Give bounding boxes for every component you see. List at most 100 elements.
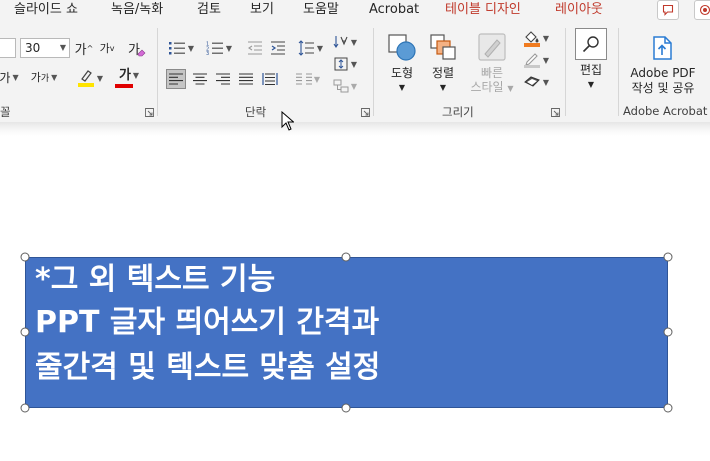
editing-button[interactable] — [575, 28, 607, 60]
text-direction-button[interactable]: ▼ — [332, 32, 358, 52]
chevron-down-icon: ▼ — [51, 72, 58, 82]
numbered-list-icon: 1 2 3 — [206, 42, 223, 55]
highlighter-icon — [77, 70, 94, 87]
create-share-pdf-button[interactable] — [648, 34, 678, 62]
chevron-down-icon: ▼ — [187, 43, 195, 53]
text-direction-icon — [333, 36, 348, 48]
record-icon — [699, 4, 710, 16]
distributed-icon — [262, 73, 278, 86]
selected-text-box[interactable]: *그 외 텍스트 기능 PPT 글자 띄어쓰기 간격과 줄간격 및 텍스트 맞춤… — [25, 257, 668, 408]
shape-effects-button[interactable]: ▼ — [519, 72, 553, 92]
align-left-button[interactable] — [166, 69, 186, 89]
text-line[interactable]: 줄간격 및 텍스트 맞춤 설정 — [35, 349, 380, 387]
ribbon-tab-bar: 슬라이드 쇼 녹음/녹화 검토 보기 도움말 Acrobat 테이블 디자인 레… — [0, 0, 710, 22]
align-right-icon — [216, 73, 230, 85]
numbering-button[interactable]: 1 2 3 ▼ — [204, 38, 234, 58]
shape-outline-button[interactable]: ▼ — [519, 50, 553, 70]
dialog-launcher-icon[interactable] — [361, 108, 370, 117]
align-text-icon — [334, 57, 348, 71]
group-separator — [157, 28, 158, 116]
increase-indent-button[interactable] — [268, 38, 288, 58]
comments-button[interactable] — [657, 0, 679, 20]
resize-handle-top-left[interactable] — [20, 252, 30, 262]
align-text-button[interactable]: ▼ — [332, 54, 358, 74]
font-size-value: 30 — [25, 41, 41, 55]
quick-styles-label-text: 스타일 — [470, 80, 504, 94]
change-case-label: 가 — [30, 71, 41, 84]
bullets-button[interactable]: ▼ — [166, 38, 196, 58]
tab-help[interactable]: 도움말 — [303, 1, 339, 19]
chevron-down-icon: ▼ — [96, 73, 104, 83]
grow-font-button[interactable]: 가 ^ — [74, 38, 94, 58]
align-left-icon — [169, 73, 183, 85]
line-spacing-button[interactable]: ▼ — [295, 38, 325, 58]
quick-styles-icon — [478, 33, 506, 61]
mouse-pointer-icon — [281, 111, 294, 131]
resize-handle-bottom-right[interactable] — [663, 403, 673, 413]
chevron-down-icon: ▼ — [542, 55, 550, 65]
pdf-share-icon — [653, 36, 672, 60]
font-name-box[interactable] — [0, 38, 16, 58]
arrange-button[interactable] — [426, 30, 460, 64]
tab-view[interactable]: 보기 — [250, 1, 274, 19]
ribbon: 30 ▼ 가 ^ 가v 가 가 ▼ 가 가 ▼ ▼ 가 ▼ 꼴 ▼ 1 2 3 … — [0, 22, 710, 123]
smartart-button[interactable]: ▼ — [332, 76, 358, 96]
resize-handle-left[interactable] — [20, 327, 30, 337]
line-spacing-icon — [298, 40, 314, 56]
tab-acrobat[interactable]: Acrobat — [369, 1, 419, 19]
group-separator — [565, 28, 566, 116]
quick-styles-label-line2: 스타일 ▼ — [465, 80, 519, 96]
resize-handle-right[interactable] — [663, 327, 673, 337]
grow-font-label: 가 — [74, 42, 87, 58]
tab-layout[interactable]: 레이아웃 — [555, 1, 603, 19]
font-color-button[interactable]: 가 ▼ — [112, 66, 146, 90]
quick-styles-button[interactable] — [472, 30, 512, 64]
chevron-down-icon: ▼ — [350, 81, 358, 91]
align-right-button[interactable] — [213, 69, 233, 89]
chevron-down-icon: ▼ — [439, 83, 447, 92]
highlight-color-button[interactable]: ▼ — [74, 66, 106, 90]
columns-icon — [295, 73, 312, 85]
shrink-arrow-icon: v — [109, 43, 115, 53]
paint-bucket-icon — [523, 31, 540, 47]
shapes-button[interactable] — [385, 30, 419, 64]
chevron-down-icon: ▼ — [542, 33, 550, 43]
columns-button[interactable]: ▼ — [293, 69, 323, 89]
resize-handle-top-right[interactable] — [663, 252, 673, 262]
align-center-icon — [193, 73, 207, 85]
chevron-down-icon: ▼ — [313, 74, 321, 84]
justify-button[interactable] — [236, 69, 256, 89]
dialog-launcher-icon[interactable] — [145, 108, 154, 117]
char-spacing-label: 가 — [0, 70, 11, 85]
bullet-list-icon — [168, 42, 185, 55]
shrink-font-button[interactable]: 가v — [97, 38, 117, 58]
char-spacing-button[interactable]: 가 ▼ — [0, 66, 20, 88]
grow-arrow-icon: ^ — [86, 43, 94, 53]
shape-fill-button[interactable]: ▼ — [519, 28, 553, 48]
shapes-label: 도형 — [390, 66, 414, 80]
align-center-button[interactable] — [190, 69, 210, 89]
change-case-button[interactable]: 가 가 ▼ — [28, 66, 60, 88]
dialog-launcher-icon[interactable] — [551, 108, 560, 117]
decrease-indent-button[interactable] — [245, 38, 265, 58]
resize-handle-bottom[interactable] — [341, 403, 351, 413]
ribbon-shadow — [0, 122, 710, 136]
distributed-button[interactable] — [260, 69, 280, 89]
resize-handle-bottom-left[interactable] — [20, 403, 30, 413]
text-line[interactable]: *그 외 텍스트 기능 — [35, 261, 275, 299]
chevron-down-icon: ▼ — [225, 43, 233, 53]
record-button[interactable] — [694, 0, 710, 20]
clear-formatting-button[interactable]: 가 — [126, 38, 148, 58]
tab-recording[interactable]: 녹음/녹화 — [111, 1, 163, 19]
arrange-label: 정렬 — [431, 66, 455, 80]
group-separator — [373, 28, 374, 116]
acrobat-label-line1: Adobe PDF — [630, 66, 696, 80]
font-color-swatch — [115, 83, 133, 88]
text-line[interactable]: PPT 글자 띄어쓰기 간격과 — [35, 304, 379, 342]
tab-slideshow[interactable]: 슬라이드 쇼 — [14, 1, 78, 19]
tab-review[interactable]: 검토 — [197, 1, 221, 19]
font-size-box[interactable]: 30 ▼ — [20, 38, 70, 58]
resize-handle-top[interactable] — [341, 252, 351, 262]
tab-table-design[interactable]: 테이블 디자인 — [445, 1, 521, 19]
acrobat-group-label: Adobe Acrobat — [623, 104, 708, 118]
